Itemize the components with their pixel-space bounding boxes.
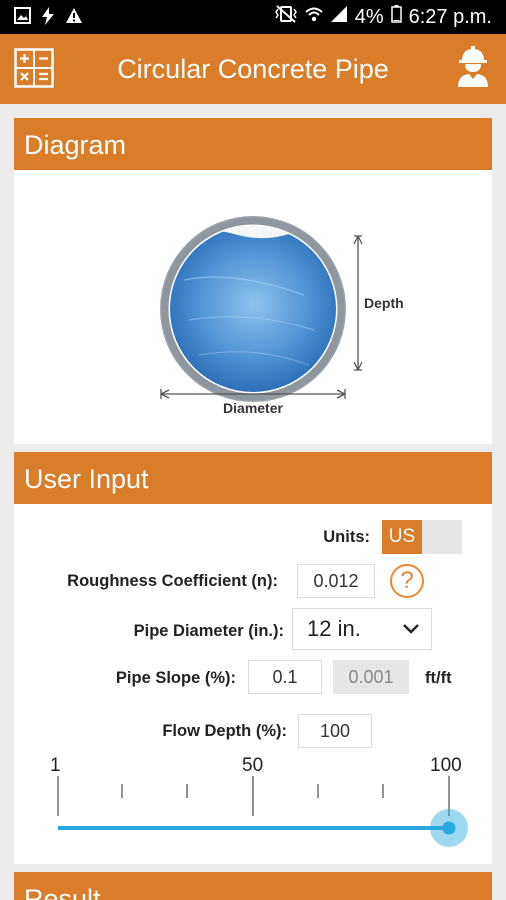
units-toggle[interactable]: US [382, 520, 462, 554]
clock-time: 6:27 p.m. [408, 5, 492, 28]
units-us-option[interactable]: US [382, 520, 422, 554]
pipe-slope-input[interactable]: 0.1 [248, 660, 322, 694]
page-title: Circular Concrete Pipe [117, 54, 389, 84]
flow-depth-input[interactable]: 100 [298, 714, 372, 748]
result-card: Result [14, 872, 492, 900]
user-input-card: User Input Units: US Roughness Coefficie… [14, 452, 492, 864]
flash-icon [41, 7, 55, 30]
roughness-input[interactable]: 0.012 [297, 564, 375, 598]
diameter-label: Diameter [223, 400, 283, 416]
pipe-diameter-value: 12 in. [307, 616, 361, 641]
construction-worker-icon[interactable] [456, 46, 490, 93]
diagram-card: Diagram Depth Diameter [14, 118, 492, 444]
app-bar: Circular Concrete Pipe [0, 34, 506, 104]
pipe-diameter-select[interactable]: 12 in. [292, 608, 432, 650]
pipe-diameter-label: Pipe Diameter (in.): [133, 622, 284, 640]
chevron-down-icon [401, 609, 421, 662]
help-icon[interactable]: ? [390, 564, 424, 598]
user-input-header: User Input [14, 452, 492, 504]
flow-depth-slider[interactable] [14, 772, 492, 852]
signal-icon [330, 5, 348, 29]
vibrate-icon [274, 5, 298, 29]
battery-icon [390, 5, 402, 29]
diagram-header: Diagram [14, 118, 492, 170]
roughness-label: Roughness Coefficient (n): [67, 572, 278, 590]
result-header: Result [14, 872, 492, 900]
flow-depth-label: Flow Depth (%): [162, 722, 287, 740]
pipe-slope-label: Pipe Slope (%): [115, 669, 236, 687]
image-icon [14, 7, 31, 30]
status-bar: 4% 6:27 p.m. [0, 0, 506, 34]
warning-icon [65, 7, 83, 30]
battery-text: 4% [354, 5, 384, 28]
units-label: Units: [323, 528, 370, 546]
pipe-slope-converted: 0.001 [333, 660, 409, 694]
depth-label: Depth [364, 295, 404, 311]
wifi-icon [305, 6, 323, 29]
slope-unit-label: ft/ft [425, 669, 452, 687]
slider-thumb [442, 821, 456, 835]
